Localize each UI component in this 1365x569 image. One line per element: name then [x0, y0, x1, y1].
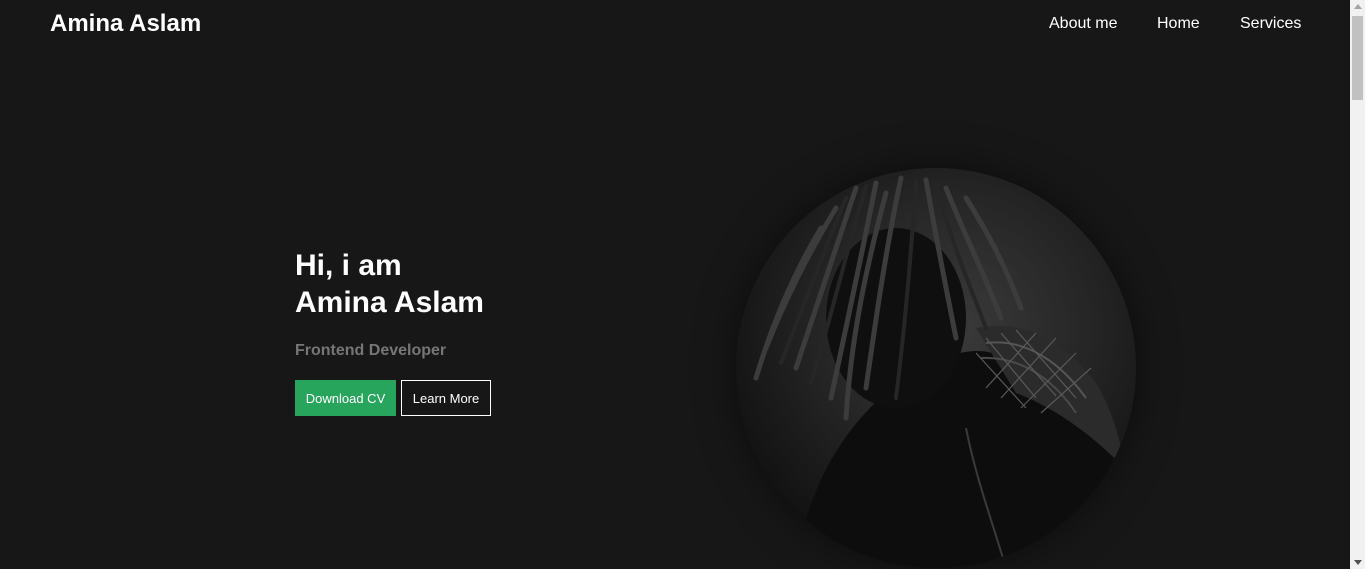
navbar: Amina Aslam About me Home Services — [0, 0, 1350, 48]
hero-name: Amina Aslam — [295, 286, 484, 319]
brand-logo[interactable]: Amina Aslam — [50, 10, 201, 38]
nav-link-home[interactable]: Home — [1157, 14, 1200, 33]
portrait-illustration — [753, 175, 1136, 568]
download-cv-button[interactable]: Download CV — [295, 380, 396, 416]
hero-role: Frontend Developer — [295, 342, 447, 359]
scrollbar[interactable] — [1350, 0, 1365, 569]
hero-greeting: Hi, i am — [295, 249, 402, 282]
portrait-photo — [736, 168, 1136, 568]
scroll-up-arrow-icon[interactable] — [1354, 4, 1362, 9]
scroll-down-arrow-icon[interactable] — [1354, 560, 1362, 565]
page: Amina Aslam About me Home Services Hi, i… — [0, 0, 1365, 569]
nav-link-about[interactable]: About me — [1049, 14, 1117, 33]
learn-more-button[interactable]: Learn More — [401, 380, 491, 416]
nav-link-services[interactable]: Services — [1240, 14, 1301, 33]
scrollbar-thumb[interactable] — [1352, 16, 1363, 100]
hero-heading: Hi, i am Amina Aslam — [295, 247, 484, 321]
